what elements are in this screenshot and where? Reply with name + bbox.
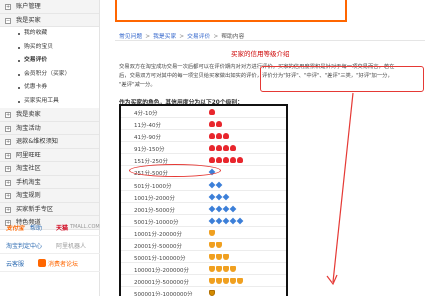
sidebar-list: + 账户管理 − 我是买家 我的收藏 购买的宝贝 交易评价 会员积分（买家） 优惠卡券 买家实用工… <box>0 0 99 230</box>
sidebar-section-label: 买家新手专区 <box>16 205 54 213</box>
expand-icon[interactable]: + <box>5 166 11 172</box>
sidebar-section-label: 阿里旺旺 <box>16 151 41 159</box>
expand-icon[interactable]: + <box>5 4 11 10</box>
logo-row-2: 淘宝判定中心 阿里机器人 <box>0 236 100 254</box>
alipay-logo[interactable]: 支付宝 <box>6 223 24 232</box>
sidebar-section[interactable]: + 我是卖家 <box>0 108 99 122</box>
sidebar-section-label: 淘宝社区 <box>16 165 41 172</box>
forum-icon <box>38 259 46 267</box>
collapse-icon[interactable]: − <box>5 17 11 24</box>
sidebar-item[interactable]: 我的收藏 <box>0 27 99 41</box>
sidebar-section[interactable]: + 账户管理 <box>0 0 99 14</box>
sidebar-item[interactable]: 买家实用工具 <box>0 95 99 109</box>
yunke-link[interactable]: 云客服 <box>6 259 24 268</box>
sidebar-item[interactable]: 交易评价 <box>0 54 99 68</box>
consumer-forum-link[interactable]: 消费者论坛 <box>48 259 78 268</box>
anti-fraud-link[interactable]: 阿里机器人 <box>56 241 86 250</box>
sidebar-section[interactable]: + 淘宝社区 <box>0 162 99 176</box>
expand-icon[interactable]: + <box>5 112 11 118</box>
sidebar-section[interactable]: − 我是买家 <box>0 13 99 27</box>
sidebar-section-label: 淘宝活动 <box>16 124 41 132</box>
expand-icon[interactable]: + <box>5 206 11 213</box>
sidebar-item[interactable]: 优惠卡券 <box>0 81 99 95</box>
help-link[interactable]: 帮助 <box>30 223 42 232</box>
sidebar-logos: 支付宝 帮助 天猫 TMALL.COM 淘宝判定中心 阿里机器人 云客服 消费者… <box>0 218 100 272</box>
sidebar-section-label: 我是卖家 <box>16 111 41 118</box>
sidebar-section-label: 我是买家 <box>16 16 41 24</box>
sidebar-section[interactable]: + 淘宝活动 <box>0 121 99 135</box>
tmall-logo[interactable]: 天猫 <box>56 223 68 232</box>
sidebar: + 账户管理 − 我是买家 我的收藏 购买的宝贝 交易评价 会员积分（买家） 优惠卡券 买家实用工… <box>0 0 100 296</box>
sidebar-section-label: 手机淘宝 <box>16 178 41 186</box>
sidebar-section[interactable]: + 买家新手专区 <box>0 202 99 216</box>
logo-row-1: 支付宝 帮助 天猫 TMALL.COM <box>0 218 100 236</box>
sidebar-item[interactable]: 购买的宝贝 <box>0 41 99 55</box>
expand-icon[interactable]: + <box>5 139 11 145</box>
expand-icon[interactable]: + <box>5 152 11 159</box>
sidebar-section-label: 账户管理 <box>16 3 41 10</box>
judge-center-link[interactable]: 淘宝判定中心 <box>6 241 42 250</box>
sidebar-section[interactable]: + 手机淘宝 <box>0 175 99 189</box>
sidebar-item[interactable]: 会员积分（买家） <box>0 68 99 82</box>
tmall-domain: TMALL.COM <box>70 224 100 230</box>
sidebar-section[interactable]: + 阿里旺旺 <box>0 148 99 162</box>
sidebar-section-label: 淘宝规则 <box>16 192 41 199</box>
annotation-arrow <box>326 92 354 286</box>
expand-icon[interactable]: + <box>5 193 11 199</box>
main-content: 常见问题 > 我是买家 > 交易评价 > 帮助内容 买家的信用等级介绍 交易双方在淘宝成功交… <box>101 0 433 296</box>
sidebar-section-label: 退款&维权须知 <box>16 138 58 145</box>
logo-row-3: 云客服 消费者论坛 <box>0 254 100 272</box>
expand-icon[interactable]: + <box>5 179 11 186</box>
sidebar-section[interactable]: + 淘宝规则 <box>0 189 99 203</box>
sidebar-section[interactable]: + 退款&维权须知 <box>0 135 99 149</box>
expand-icon[interactable]: + <box>5 125 11 132</box>
